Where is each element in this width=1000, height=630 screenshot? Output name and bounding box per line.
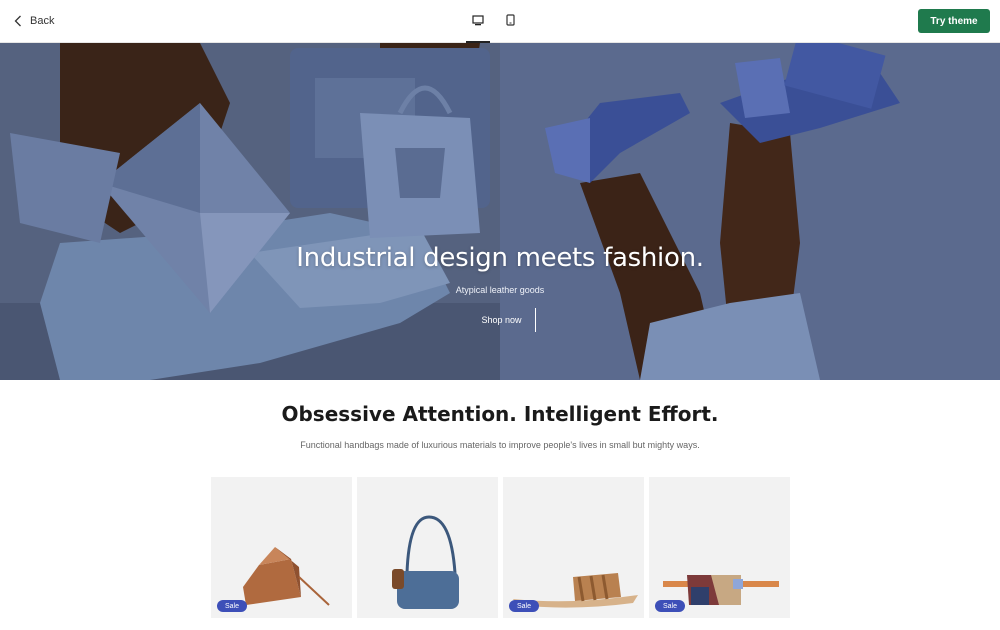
sale-badge: Sale bbox=[217, 600, 248, 612]
sale-badge: Sale bbox=[509, 600, 540, 612]
hero-banner: Industrial design meets fashion. Atypica… bbox=[0, 43, 1000, 380]
section-title: Obsessive Attention. Intelligent Effort. bbox=[281, 402, 719, 426]
product-card[interactable]: Sale bbox=[211, 477, 352, 618]
desktop-icon bbox=[472, 13, 484, 31]
try-theme-button[interactable]: Try theme bbox=[918, 9, 990, 33]
hero-subtitle: Atypical leather goods bbox=[455, 285, 545, 295]
mobile-icon bbox=[505, 13, 515, 31]
colorblock-belt-bag-image bbox=[663, 575, 779, 605]
sale-badge: Sale bbox=[655, 600, 686, 612]
preview-topbar: Back Try theme bbox=[0, 0, 1000, 43]
back-label: Back bbox=[30, 15, 55, 27]
section-description: Functional handbags made of luxurious ma… bbox=[300, 440, 700, 450]
product-card[interactable]: Sale bbox=[503, 477, 644, 618]
product-card[interactable] bbox=[357, 477, 498, 618]
device-toggle bbox=[466, 0, 530, 43]
desktop-view-button[interactable] bbox=[466, 0, 490, 43]
chevron-left-icon bbox=[14, 15, 22, 27]
back-button[interactable]: Back bbox=[14, 11, 54, 31]
hero-content: Industrial design meets fashion. Atypica… bbox=[0, 43, 1000, 380]
hero-title: Industrial design meets fashion. bbox=[296, 243, 704, 273]
product-card[interactable]: Sale bbox=[649, 477, 790, 618]
blue-handbag-image bbox=[392, 515, 459, 609]
product-grid: Sale Sale Sale bbox=[211, 477, 790, 618]
tan-folded-bag-image bbox=[243, 547, 330, 606]
striped-sandal-image bbox=[513, 573, 638, 608]
mobile-view-button[interactable] bbox=[498, 0, 522, 43]
shop-now-link[interactable]: Shop now bbox=[468, 308, 536, 332]
